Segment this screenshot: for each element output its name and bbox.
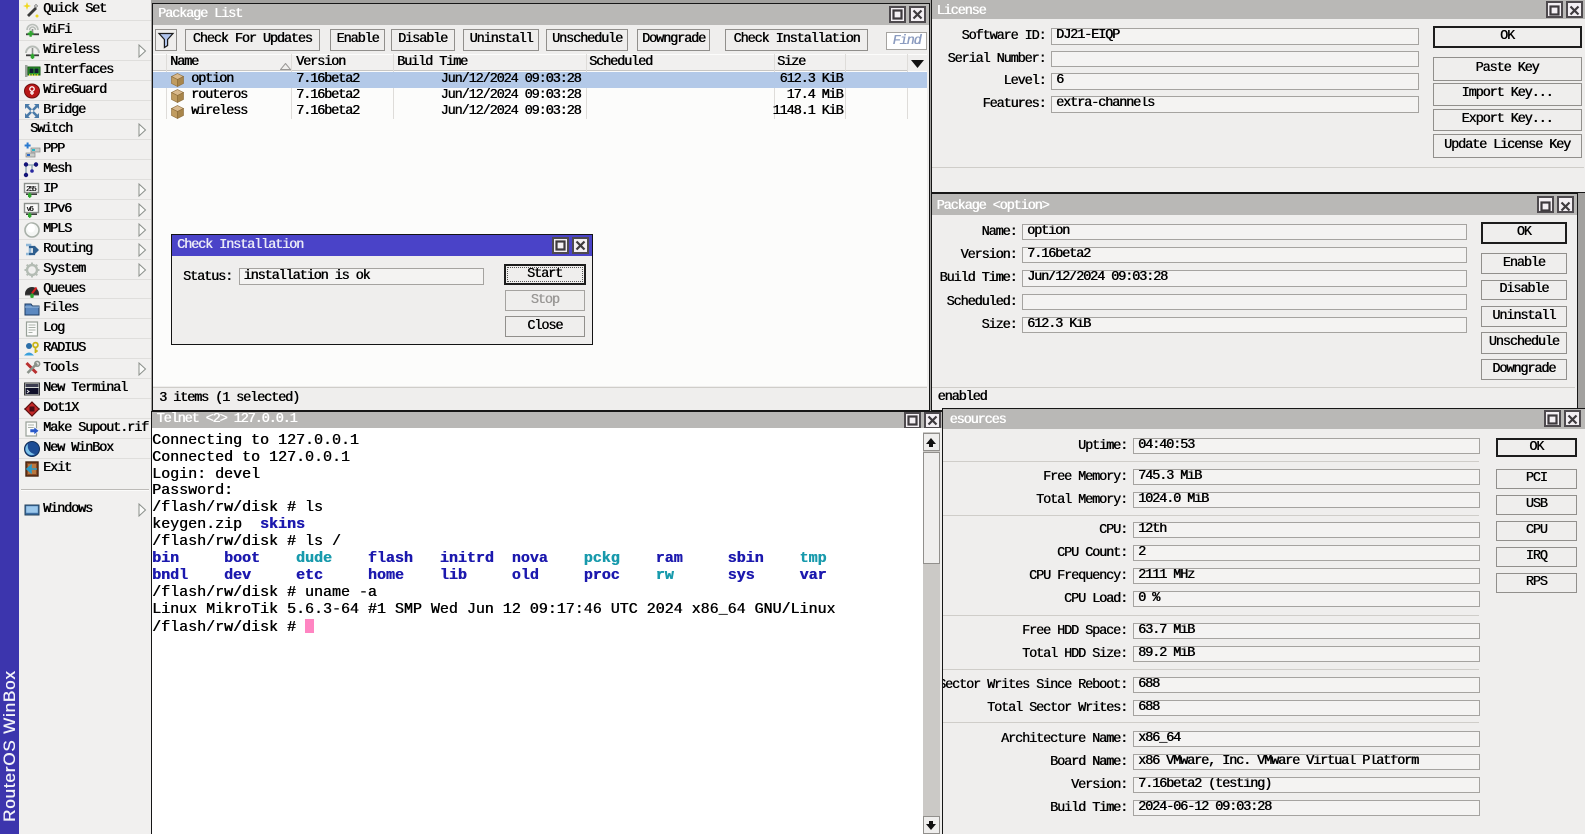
svg-text:255: 255 bbox=[26, 184, 36, 193]
svg-text:v6: v6 bbox=[27, 204, 34, 213]
